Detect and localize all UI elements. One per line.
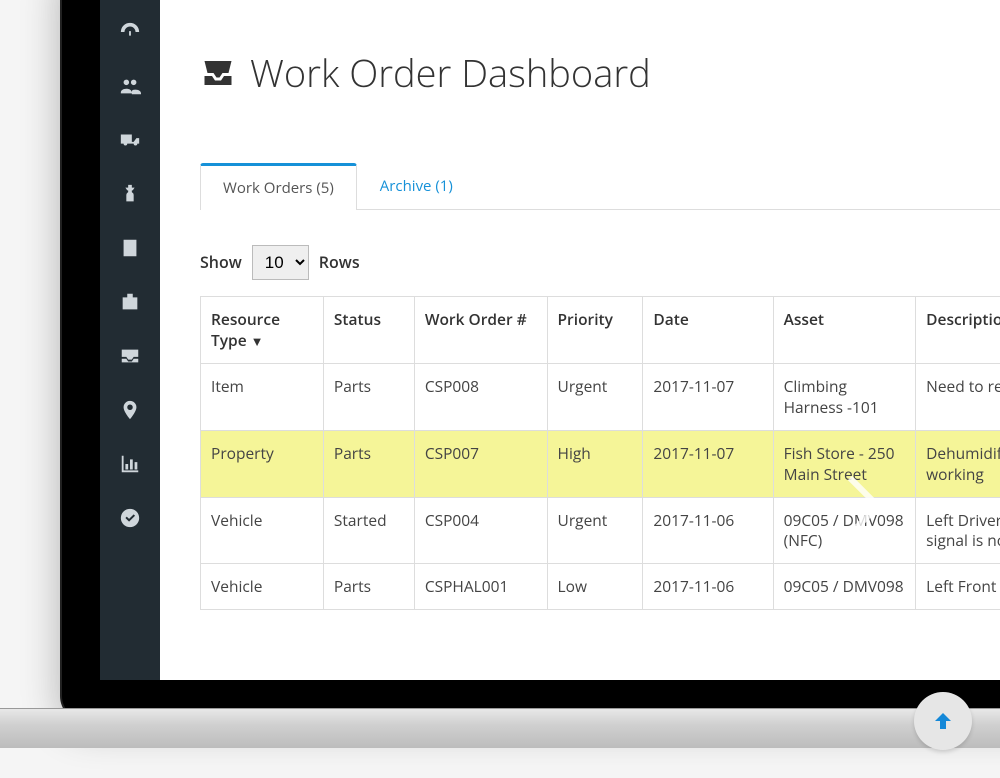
inbox-icon[interactable] — [118, 344, 142, 368]
show-label: Show — [200, 251, 242, 273]
cell-resource-type: Property — [201, 430, 324, 497]
scroll-to-top-button[interactable] — [914, 692, 972, 750]
building-icon[interactable] — [118, 236, 142, 260]
cell-priority: Urgent — [547, 363, 643, 430]
cell-date: 2017-11-06 — [643, 497, 773, 564]
page-title-text: Work Order Dashboard — [250, 47, 651, 99]
work-orders-table: Resource Type ▼ Status Work Order # Prio… — [200, 296, 1000, 610]
table-row[interactable]: ItemPartsCSP008Urgent2017-11-07Climbing … — [201, 363, 1000, 430]
dashboard-icon[interactable] — [118, 20, 142, 44]
cell-status: Parts — [323, 564, 414, 610]
check-circle-icon[interactable] — [118, 506, 142, 530]
cell-asset: 09C05 / DMV098 (NFC) — [773, 497, 916, 564]
cell-work-order: CSP008 — [414, 363, 547, 430]
table-row[interactable]: VehicleStartedCSP004Urgent2017-11-0609C0… — [201, 497, 1000, 564]
cell-description: Left Driver Front turn signal is not wor… — [916, 497, 1000, 564]
cell-description: Left Front Tire has a nail — [916, 564, 1000, 610]
barchart-icon[interactable] — [118, 452, 142, 476]
pin-icon[interactable] — [118, 398, 142, 422]
col-work-order[interactable]: Work Order # — [414, 297, 547, 364]
screen: CSP eSAFETY Demo · CSP Plus Demo Site Wo… — [100, 0, 1000, 680]
cell-status: Started — [323, 497, 414, 564]
cell-asset: Climbing Harness -101 — [773, 363, 916, 430]
page-title: Work Order Dashboard — [200, 47, 651, 99]
col-date[interactable]: Date — [643, 297, 773, 364]
users-icon[interactable] — [118, 74, 142, 98]
col-resource-type[interactable]: Resource Type ▼ — [201, 297, 324, 364]
col-asset[interactable]: Asset — [773, 297, 916, 364]
cell-priority: Low — [547, 564, 643, 610]
cell-date: 2017-11-06 — [643, 564, 773, 610]
firstaid-icon[interactable] — [118, 290, 142, 314]
cell-asset: 09C05 / DMV098 — [773, 564, 916, 610]
table-row[interactable]: VehiclePartsCSPHAL001Low2017-11-0609C05 … — [201, 564, 1000, 610]
col-status[interactable]: Status — [323, 297, 414, 364]
page-header: Work Order Dashboard Show Only M Sh — [200, 28, 1000, 118]
extinguisher-icon[interactable] — [118, 182, 142, 206]
tab-archive[interactable]: Archive (1) — [357, 163, 476, 210]
laptop-frame: CSP eSAFETY Demo · CSP Plus Demo Site Wo… — [62, 0, 1000, 720]
col-priority[interactable]: Priority — [547, 297, 643, 364]
cell-priority: High — [547, 430, 643, 497]
cell-description: Dehumidifier isn't working — [916, 430, 1000, 497]
page-size-select[interactable]: 10 — [252, 245, 309, 280]
cell-work-order: CSP004 — [414, 497, 547, 564]
tabs: Work Orders (5) Archive (1) — [200, 162, 1000, 210]
rows-label: Rows — [319, 251, 360, 273]
col-description[interactable]: Description — [916, 297, 1000, 364]
cell-date: 2017-11-07 — [643, 363, 773, 430]
arrow-up-icon — [931, 709, 955, 733]
cell-work-order: CSPHAL001 — [414, 564, 547, 610]
cell-description: Need to replace — [916, 363, 1000, 430]
cell-resource-type: Vehicle — [201, 497, 324, 564]
table-controls: Show 10 Rows — [200, 242, 1000, 282]
sidebar — [100, 0, 160, 680]
tab-work-orders[interactable]: Work Orders (5) — [200, 163, 357, 210]
laptop-base — [0, 708, 1000, 748]
cell-asset: Fish Store - 250 Main Street — [773, 430, 916, 497]
sort-desc-icon: ▼ — [251, 332, 264, 350]
cell-status: Parts — [323, 363, 414, 430]
cell-work-order: CSP007 — [414, 430, 547, 497]
cell-date: 2017-11-07 — [643, 430, 773, 497]
cell-resource-type: Vehicle — [201, 564, 324, 610]
truck-icon[interactable] — [118, 128, 142, 152]
table-row[interactable]: PropertyPartsCSP007High2017-11-07Fish St… — [201, 430, 1000, 497]
cell-priority: Urgent — [547, 497, 643, 564]
table-header-row: Resource Type ▼ Status Work Order # Prio… — [201, 297, 1000, 364]
cell-resource-type: Item — [201, 363, 324, 430]
rows-per-page: Show 10 Rows — [200, 245, 360, 280]
main-content: Work Order Dashboard Show Only M Sh Work… — [160, 0, 1000, 680]
cell-status: Parts — [323, 430, 414, 497]
inbox-header-icon — [200, 55, 236, 91]
